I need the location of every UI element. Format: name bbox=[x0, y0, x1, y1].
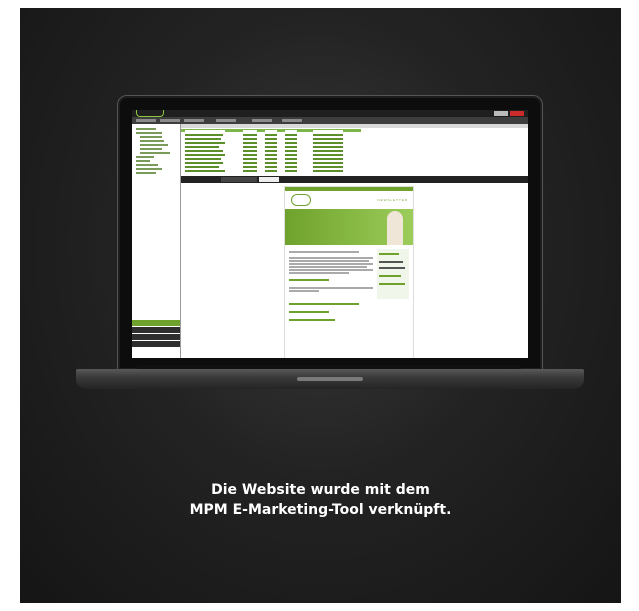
sidebar-item[interactable] bbox=[136, 132, 162, 134]
sidebar-item[interactable] bbox=[136, 168, 162, 170]
newsletter-sidebar bbox=[377, 249, 409, 299]
table-row[interactable] bbox=[181, 141, 361, 144]
newsletter-logo bbox=[291, 194, 311, 206]
menu-item[interactable] bbox=[160, 119, 180, 122]
preview-tabbar bbox=[181, 176, 528, 183]
newsletter-text-line bbox=[289, 257, 373, 259]
table-row[interactable] bbox=[181, 149, 361, 152]
caption-line-1: Die Website wurde mit dem bbox=[211, 482, 430, 498]
menu-item[interactable] bbox=[184, 119, 204, 122]
table-row[interactable] bbox=[181, 133, 361, 136]
newsletter-text-line bbox=[289, 272, 349, 274]
sidebar-item[interactable] bbox=[140, 136, 162, 138]
newsletter-heading: NEWSLETTER bbox=[377, 198, 408, 202]
sidebar-item[interactable] bbox=[140, 148, 162, 150]
sidebar-item[interactable] bbox=[140, 152, 170, 154]
app-logo bbox=[136, 110, 164, 117]
settings-button[interactable] bbox=[494, 111, 508, 116]
table-row[interactable] bbox=[181, 157, 361, 160]
promo-panel: NEWSLETTER Die Website wurde mit dem MPM… bbox=[20, 8, 621, 603]
tab-html[interactable] bbox=[259, 177, 279, 182]
table-row[interactable] bbox=[181, 165, 361, 168]
laptop-lid: NEWSLETTER bbox=[117, 95, 543, 371]
sidebar-item[interactable] bbox=[136, 172, 156, 174]
table-row[interactable] bbox=[181, 145, 361, 148]
main-content: NEWSLETTER bbox=[181, 124, 528, 358]
newsletter-text-line bbox=[289, 279, 329, 281]
newsletter-link[interactable] bbox=[289, 311, 329, 313]
newsletter-link[interactable] bbox=[289, 319, 335, 321]
sidebar-nav[interactable] bbox=[132, 334, 180, 340]
newsletter-text-line bbox=[289, 260, 369, 262]
caption-line-2: MPM E-Marketing-Tool verknüpft. bbox=[189, 502, 452, 518]
caption: Die Website wurde mit dem MPM E-Marketin… bbox=[20, 480, 621, 520]
sidebar-item[interactable] bbox=[140, 140, 164, 142]
laptop-notch bbox=[297, 377, 363, 381]
logout-button[interactable] bbox=[510, 111, 524, 116]
table-row[interactable] bbox=[181, 153, 361, 156]
sidebar-item[interactable] bbox=[136, 164, 158, 166]
newsletter-hero-photo bbox=[387, 211, 403, 245]
table-row[interactable] bbox=[181, 161, 361, 164]
table-row[interactable] bbox=[181, 137, 361, 140]
table-row[interactable] bbox=[181, 129, 361, 132]
newsletter-text-line bbox=[289, 251, 359, 253]
newsletter-link[interactable] bbox=[289, 303, 359, 305]
menu-item[interactable] bbox=[252, 119, 272, 122]
sidebar-nav-active[interactable] bbox=[132, 320, 180, 326]
newsletter-preview: NEWSLETTER bbox=[284, 186, 414, 358]
newsletter-text-line bbox=[289, 269, 373, 271]
newsletter-text-line bbox=[289, 263, 373, 265]
sidebar-item[interactable] bbox=[136, 128, 156, 130]
menu-item[interactable] bbox=[282, 119, 302, 122]
laptop-screen: NEWSLETTER bbox=[132, 110, 528, 358]
menu-item[interactable] bbox=[216, 119, 236, 122]
menu-item[interactable] bbox=[136, 119, 156, 122]
table-row[interactable] bbox=[181, 169, 361, 172]
app-titlebar bbox=[132, 110, 528, 117]
newsletter-text-line bbox=[289, 290, 319, 292]
newsletter-topbar bbox=[285, 187, 413, 191]
sidebar-nav[interactable] bbox=[132, 327, 180, 333]
app-sidebar bbox=[132, 124, 181, 358]
sidebar-item[interactable] bbox=[140, 144, 168, 146]
sidebar-nav[interactable] bbox=[132, 341, 180, 347]
sidebar-item[interactable] bbox=[136, 160, 150, 162]
app-menubar bbox=[132, 117, 528, 124]
tab-preview[interactable] bbox=[221, 177, 257, 182]
newsletter-text-line bbox=[289, 266, 367, 268]
laptop-base bbox=[76, 369, 584, 389]
sidebar-item[interactable] bbox=[136, 156, 154, 158]
newsletter-text-line bbox=[289, 287, 373, 289]
table-header bbox=[181, 124, 528, 128]
